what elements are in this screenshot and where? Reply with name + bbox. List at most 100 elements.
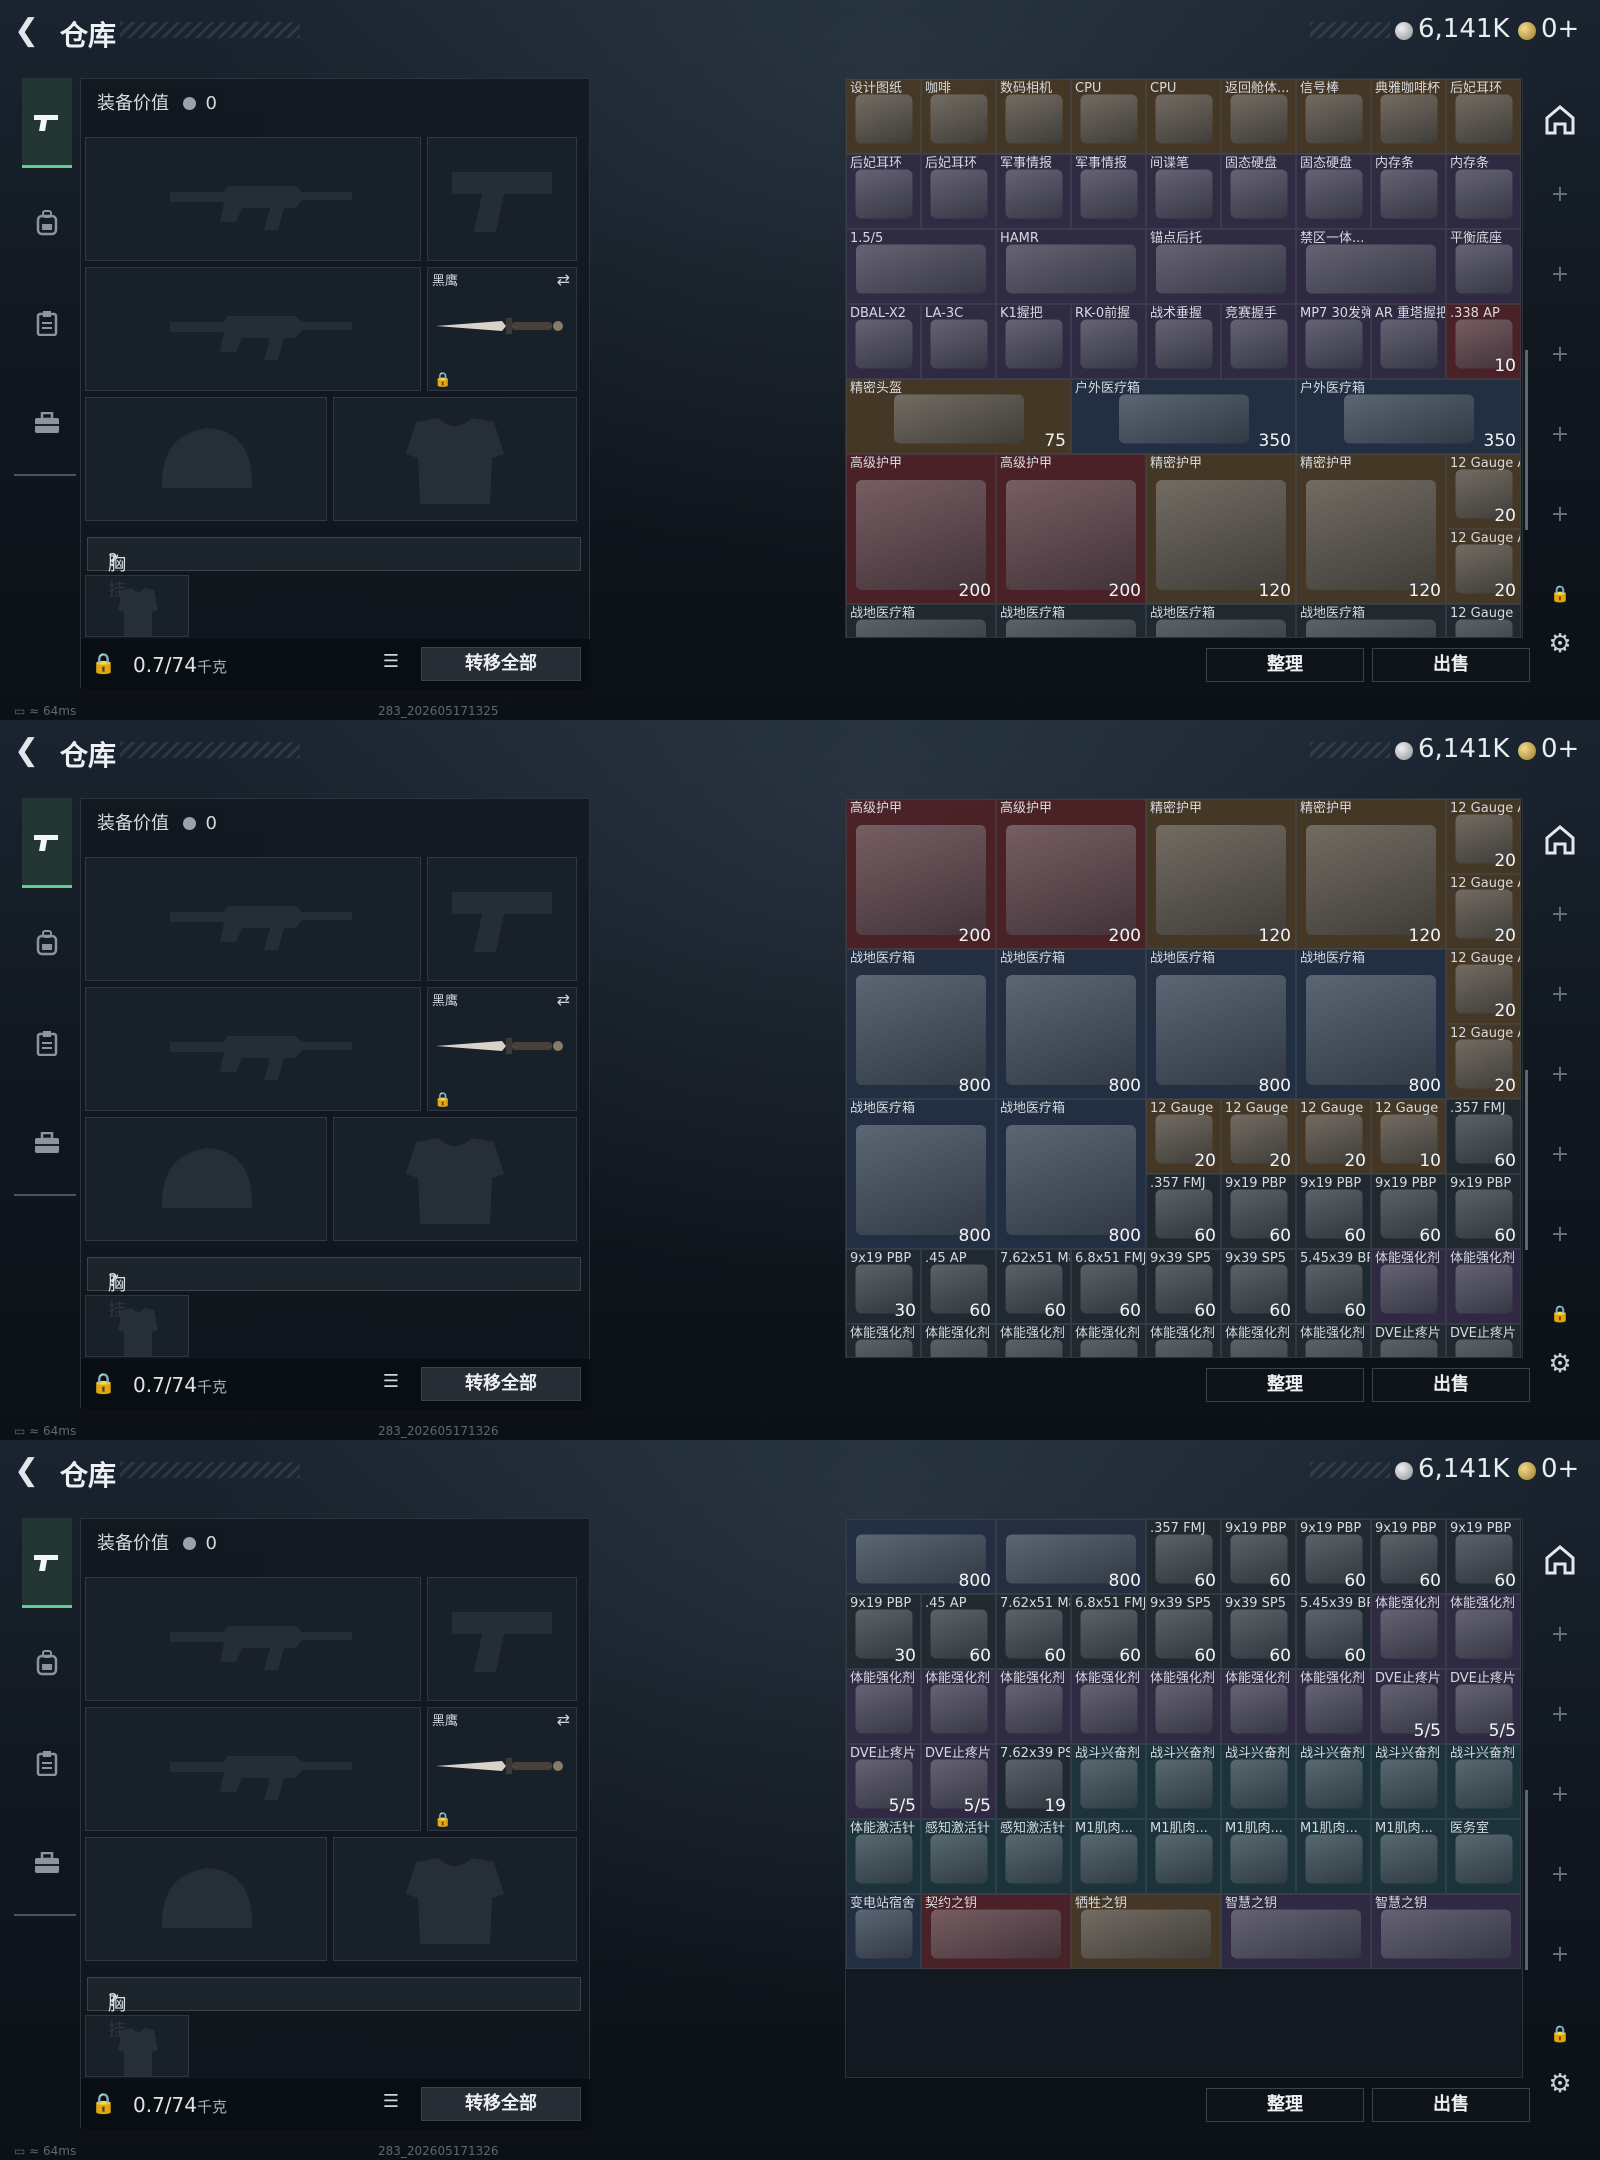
add-page-icon[interactable]: + bbox=[1535, 422, 1585, 447]
inventory-item[interactable]: 战地医疗箱 800 bbox=[1146, 949, 1296, 1099]
inventory-item[interactable]: 体能强化剂 bbox=[1221, 1324, 1296, 1357]
help-icon[interactable]: ? bbox=[108, 550, 118, 571]
inventory-item[interactable]: LA-3C bbox=[921, 304, 996, 379]
inventory-item[interactable]: 战地医疗箱 800 bbox=[996, 1099, 1146, 1249]
sell-button[interactable]: 出售 bbox=[1372, 1368, 1530, 1402]
inventory-item[interactable]: 禁区一体... bbox=[1296, 229, 1446, 304]
inventory-item[interactable]: 12 Gauge A... 20 bbox=[1446, 874, 1521, 949]
inventory-item[interactable]: 固态硬盘 bbox=[1296, 154, 1371, 229]
add-page-icon[interactable]: + bbox=[1535, 902, 1585, 927]
inventory-item[interactable]: M1肌肉... bbox=[1071, 1819, 1146, 1894]
backpack-icon[interactable] bbox=[22, 898, 72, 988]
add-page-icon[interactable]: + bbox=[1535, 1142, 1585, 1167]
inventory-item[interactable]: 战地医疗箱 800 bbox=[1296, 949, 1446, 1099]
home-base-icon[interactable] bbox=[1535, 100, 1585, 140]
inventory-item[interactable]: 体能强化剂 bbox=[1221, 1669, 1296, 1744]
gold-balance[interactable]: 0+ bbox=[1541, 734, 1579, 764]
lock-icon[interactable]: 🔒 bbox=[1535, 2024, 1585, 2043]
inventory-item[interactable]: 竞赛握手 bbox=[1221, 304, 1296, 379]
inventory-item[interactable]: 战斗兴奋剂 bbox=[1146, 1744, 1221, 1819]
chest-rig-bar[interactable]: 胸挂 ? bbox=[87, 537, 581, 601]
silver-balance[interactable]: 6,141K bbox=[1418, 14, 1509, 44]
inventory-item[interactable]: 锚点后托 bbox=[1146, 229, 1296, 304]
inventory-item[interactable]: 体能强化剂 bbox=[846, 1324, 921, 1357]
storage-grid[interactable]: 设计图纸 咖啡 数码相机 CPU CPU 返回舱体... 信号棒 典雅咖啡杯 后妃耳环 后妃耳环后… bbox=[845, 78, 1523, 638]
inventory-item[interactable]: 9x39 SP5 60 bbox=[1221, 1594, 1296, 1669]
inventory-item[interactable]: 信号棒 bbox=[1296, 79, 1371, 154]
inventory-item[interactable]: 数码相机 bbox=[996, 79, 1071, 154]
armor-slot[interactable] bbox=[333, 397, 577, 521]
inventory-item[interactable]: 体能激活针 bbox=[846, 1819, 921, 1894]
inventory-item[interactable]: 战地医疗箱 800 bbox=[846, 1099, 996, 1249]
storage-grid[interactable]: 高级护甲200高级护甲200精密护甲120精密护甲12012 Gauge A..… bbox=[845, 798, 1523, 1358]
inventory-item[interactable]: 契约之钥 bbox=[921, 1894, 1071, 1969]
arrange-button[interactable]: 整理 bbox=[1206, 1368, 1364, 1402]
inventory-item[interactable]: 5.45x39 BP 60 bbox=[1296, 1249, 1371, 1324]
inventory-item[interactable]: 体能强化剂 bbox=[1146, 1669, 1221, 1744]
inventory-item[interactable]: DBAL-X2 bbox=[846, 304, 921, 379]
inventory-item[interactable]: 12 Gauge 20 bbox=[1296, 1099, 1371, 1174]
inventory-item[interactable]: M1肌肉... bbox=[1146, 1819, 1221, 1894]
clipboard-icon[interactable] bbox=[22, 998, 72, 1088]
clipboard-icon[interactable] bbox=[22, 278, 72, 368]
inventory-item[interactable]: RK-0前握 bbox=[1071, 304, 1146, 379]
inventory-item[interactable]: 平衡底座 bbox=[1446, 229, 1521, 304]
pistol-icon[interactable] bbox=[22, 1518, 72, 1608]
swap-icon[interactable]: ⇄ bbox=[557, 270, 570, 289]
add-page-icon[interactable]: + bbox=[1535, 1222, 1585, 1247]
inventory-item[interactable]: 体能强化剂 bbox=[846, 1669, 921, 1744]
inventory-item[interactable]: AR 重塔握把 bbox=[1371, 304, 1446, 379]
inventory-item[interactable]: 12 Gauge 10 bbox=[1371, 1099, 1446, 1174]
inventory-item[interactable]: DVE止疼片 5/5 bbox=[1446, 1669, 1521, 1744]
inventory-item[interactable]: 9x19 PBP 60 bbox=[1371, 1519, 1446, 1594]
settings-gear-icon[interactable]: ⚙ bbox=[1535, 624, 1585, 664]
inventory-item[interactable]: 高级护甲 200 bbox=[846, 454, 996, 604]
inventory-item[interactable]: 12 Gauge 20 bbox=[1146, 1099, 1221, 1174]
chest-rig-slot[interactable] bbox=[85, 1295, 189, 1357]
helmet-slot[interactable] bbox=[85, 1117, 327, 1241]
inventory-item[interactable]: 户外医疗箱 350 bbox=[1071, 379, 1296, 454]
inventory-item[interactable]: 智慧之钥 bbox=[1371, 1894, 1521, 1969]
armor-slot[interactable] bbox=[333, 1837, 577, 1961]
inventory-item[interactable]: 12 Gauge A... 20 bbox=[1446, 529, 1521, 604]
grid-scrollbar[interactable] bbox=[1525, 1790, 1528, 1970]
add-page-icon[interactable]: + bbox=[1535, 1702, 1585, 1727]
inventory-item[interactable]: .338 AP 10 bbox=[1446, 304, 1521, 379]
transfer-all-button[interactable]: 转移全部 bbox=[421, 647, 581, 681]
sell-button[interactable]: 出售 bbox=[1372, 2088, 1530, 2122]
pistol-icon[interactable] bbox=[22, 798, 72, 888]
add-page-icon[interactable]: + bbox=[1535, 982, 1585, 1007]
list-icon[interactable]: ☰ bbox=[377, 2091, 405, 2117]
sell-button[interactable]: 出售 bbox=[1372, 648, 1530, 682]
silver-balance[interactable]: 6,141K bbox=[1418, 734, 1509, 764]
inventory-item[interactable]: .357 FMJ 60 bbox=[1146, 1174, 1221, 1249]
inventory-item[interactable]: .45 AP 60 bbox=[921, 1594, 996, 1669]
inventory-item[interactable]: CPU bbox=[1146, 79, 1221, 154]
inventory-item[interactable]: 9x19 PBP 30 bbox=[846, 1594, 921, 1669]
melee-slot[interactable]: 黑鹰 ⇄ 🔒 bbox=[427, 987, 577, 1111]
inventory-item[interactable]: DVE止疼片 5/5 bbox=[846, 1744, 921, 1819]
inventory-item[interactable]: 体能强化剂 bbox=[1296, 1669, 1371, 1744]
inventory-item[interactable]: HAMR bbox=[996, 229, 1146, 304]
inventory-item[interactable]: MP7 30发弹匣 bbox=[1296, 304, 1371, 379]
inventory-item[interactable]: 高级护甲 200 bbox=[996, 799, 1146, 949]
inventory-item[interactable]: 军事情报 bbox=[996, 154, 1071, 229]
inventory-item[interactable]: 体能强化剂 bbox=[1146, 1324, 1221, 1357]
inventory-item[interactable]: 后妃耳环 bbox=[846, 154, 921, 229]
inventory-item[interactable]: 感知激活针 bbox=[996, 1819, 1071, 1894]
inventory-item[interactable]: 12 Gauge 20 bbox=[1221, 1099, 1296, 1174]
melee-slot[interactable]: 黑鹰 ⇄ 🔒 bbox=[427, 1707, 577, 1831]
inventory-item[interactable]: 7.62x51 M80 60 bbox=[996, 1249, 1071, 1324]
inventory-item[interactable]: 战术垂握 bbox=[1146, 304, 1221, 379]
inventory-item[interactable]: 9x19 PBP 60 bbox=[1296, 1519, 1371, 1594]
primary-weapon-slot[interactable] bbox=[85, 1577, 421, 1701]
inventory-item[interactable]: 体能强化剂 bbox=[1296, 1324, 1371, 1357]
inventory-item[interactable]: 感知激活针 bbox=[921, 1819, 996, 1894]
back-arrow-icon[interactable]: ❮ bbox=[14, 734, 48, 768]
inventory-item[interactable]: DVE止疼片 5/5 bbox=[921, 1744, 996, 1819]
help-icon[interactable]: ? bbox=[108, 1990, 118, 2011]
inventory-item[interactable]: 精密护甲 120 bbox=[1296, 454, 1446, 604]
inventory-item[interactable]: 体能强化剂 bbox=[1371, 1594, 1446, 1669]
inventory-item[interactable]: 体能强化剂 bbox=[921, 1324, 996, 1357]
inventory-item[interactable]: DVE止疼片 bbox=[1371, 1324, 1446, 1357]
